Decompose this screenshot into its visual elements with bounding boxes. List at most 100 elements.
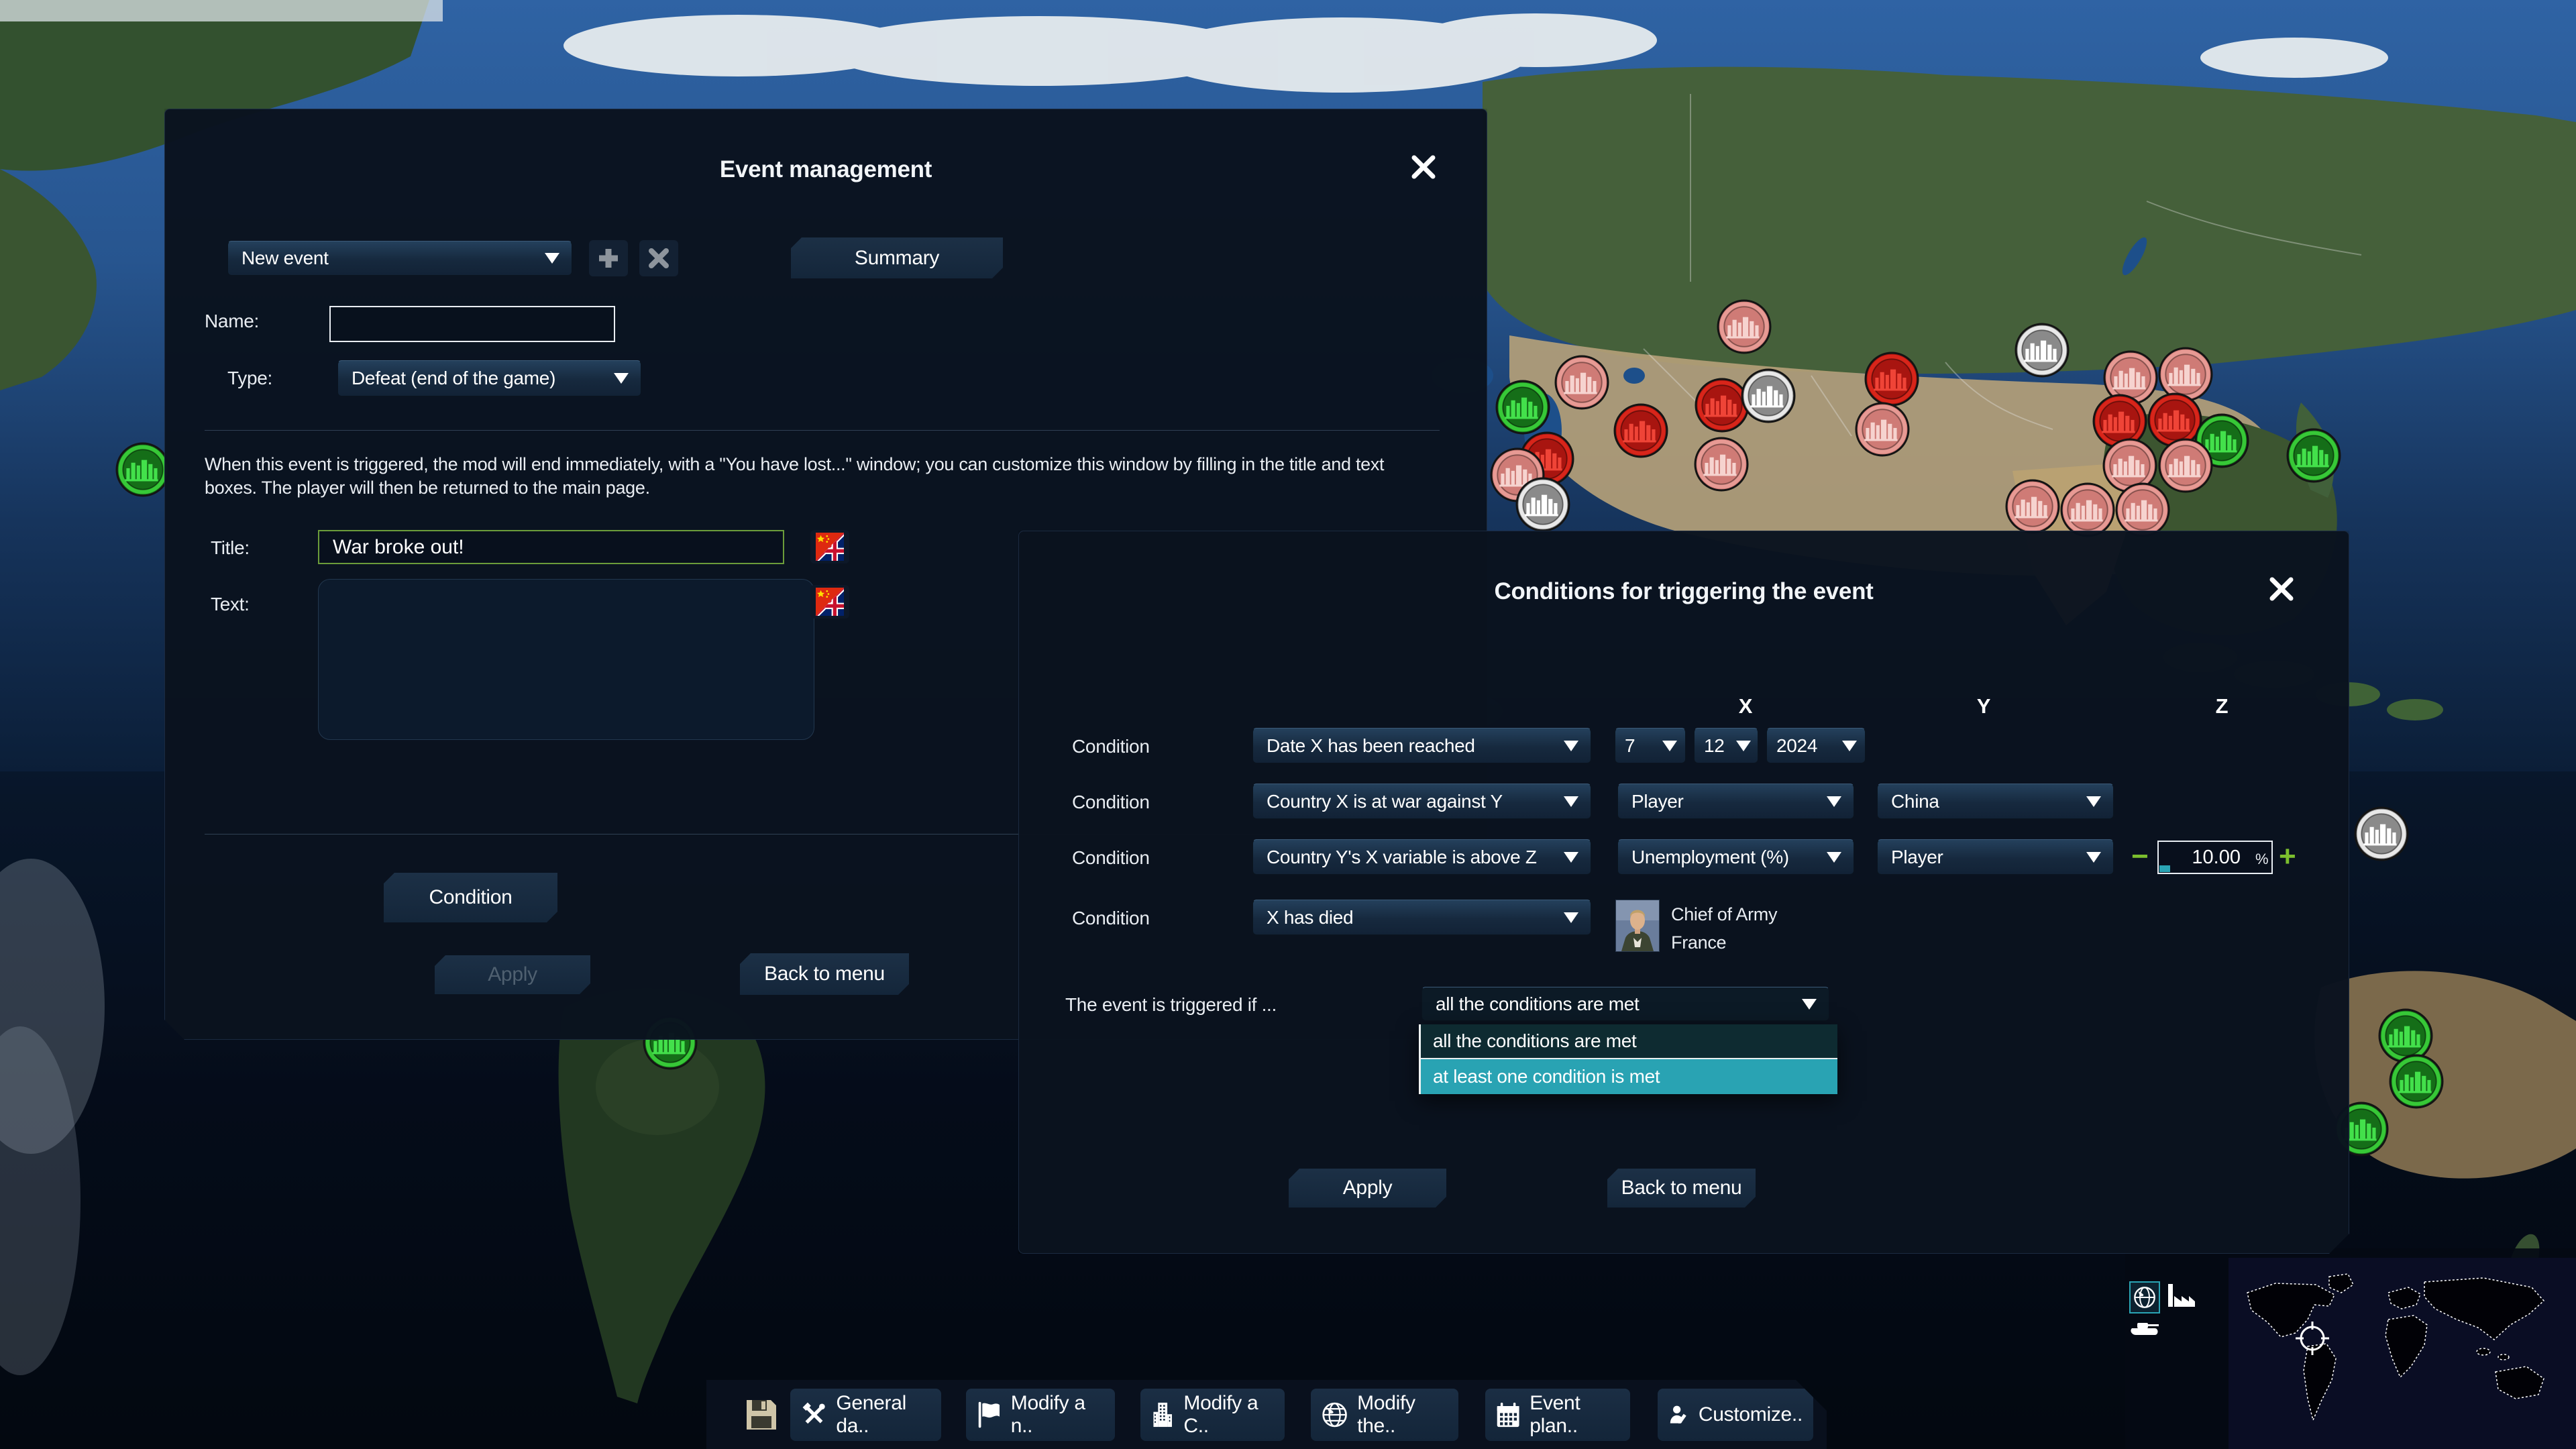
type-select[interactable]: Defeat (end of the game) bbox=[337, 360, 641, 396]
tank-view-icon[interactable] bbox=[2127, 1316, 2164, 1339]
condition-button[interactable]: Condition bbox=[384, 873, 557, 922]
event-select-value: New event bbox=[241, 248, 329, 269]
map-marker-green[interactable] bbox=[115, 442, 170, 497]
customize-icon bbox=[1668, 1400, 1689, 1430]
condition-type-select[interactable]: X has died bbox=[1252, 900, 1591, 935]
globe-view-icon[interactable] bbox=[2129, 1281, 2160, 1313]
chevron-down-icon bbox=[1842, 741, 1857, 751]
variable-value: Unemployment (%) bbox=[1631, 847, 1789, 868]
country-y-select[interactable]: China bbox=[1877, 784, 2114, 819]
chevron-down-icon bbox=[2086, 852, 2101, 863]
map-marker-gray[interactable] bbox=[1515, 477, 1570, 532]
condition-type-select[interactable]: Date X has been reached bbox=[1252, 728, 1591, 763]
minimap-panel bbox=[2125, 1248, 2576, 1449]
input-handle[interactable] bbox=[2159, 865, 2170, 872]
day-value: 7 bbox=[1625, 735, 1635, 757]
plus-icon bbox=[597, 247, 620, 270]
map-marker-pink[interactable] bbox=[2115, 482, 2170, 537]
delete-icon bbox=[649, 248, 669, 268]
taskbar-event-planner-button[interactable]: Event plan.. bbox=[1485, 1389, 1630, 1441]
country-x-select[interactable]: Player bbox=[1617, 784, 1854, 819]
title-label: Title: bbox=[211, 537, 250, 559]
text-input[interactable] bbox=[318, 579, 814, 740]
event-select[interactable]: New event bbox=[227, 241, 572, 276]
delete-event-button[interactable] bbox=[639, 240, 678, 276]
taskbar-button-label: General da.. bbox=[836, 1392, 930, 1438]
chevron-down-icon bbox=[1564, 741, 1578, 751]
add-event-button[interactable] bbox=[589, 240, 628, 276]
map-marker-pink[interactable] bbox=[1554, 355, 1609, 410]
taskbar-button-label: Modify a n.. bbox=[1011, 1392, 1104, 1438]
column-header-y: Y bbox=[1977, 694, 1990, 718]
chevron-down-icon bbox=[545, 253, 559, 264]
percent-unit: % bbox=[2255, 851, 2268, 868]
condition-type-select[interactable]: Country X is at war against Y bbox=[1252, 784, 1591, 819]
title-input[interactable] bbox=[318, 530, 784, 564]
country-value: Player bbox=[1891, 847, 1943, 868]
language-flag-icon[interactable] bbox=[810, 530, 849, 564]
map-marker-green[interactable] bbox=[2389, 1054, 2444, 1109]
map-marker-green[interactable] bbox=[1495, 380, 1550, 435]
language-flag-icon[interactable] bbox=[810, 585, 849, 619]
summary-button[interactable]: Summary bbox=[791, 237, 1003, 278]
map-marker-pink[interactable] bbox=[1694, 437, 1749, 492]
map-marker-green[interactable] bbox=[2286, 428, 2341, 483]
apply-button[interactable]: Apply bbox=[435, 955, 590, 994]
column-header-z: Z bbox=[2216, 694, 2229, 718]
minimap-world[interactable] bbox=[2229, 1258, 2576, 1449]
dialog-title: Conditions for triggering the event bbox=[1019, 578, 2349, 605]
conditions-dialog: Conditions for triggering the event X Y … bbox=[1018, 531, 2349, 1254]
map-marker-red[interactable] bbox=[1864, 352, 1919, 407]
trigger-select[interactable]: all the conditions are met bbox=[1421, 987, 1829, 1021]
year-value: 2024 bbox=[1776, 735, 1817, 757]
save-button[interactable] bbox=[735, 1387, 788, 1443]
factory-view-icon[interactable] bbox=[2164, 1279, 2199, 1313]
trigger-value: all the conditions are met bbox=[1436, 994, 1639, 1015]
condition-type-value: Date X has been reached bbox=[1267, 735, 1475, 757]
game-screen: Event management New event Summary Name:… bbox=[0, 0, 2576, 1449]
chevron-down-icon bbox=[1662, 741, 1677, 751]
map-marker-gray[interactable] bbox=[2015, 323, 2070, 378]
year-select[interactable]: 2024 bbox=[1766, 728, 1866, 763]
map-marker-pink[interactable] bbox=[2060, 482, 2115, 537]
month-select[interactable]: 12 bbox=[1694, 728, 1758, 763]
taskbar-button-label: Event plan.. bbox=[1529, 1392, 1619, 1438]
taskbar-general-data-button[interactable]: General da.. bbox=[790, 1389, 941, 1441]
chevron-down-icon bbox=[1564, 852, 1578, 863]
person-portrait[interactable] bbox=[1615, 900, 1660, 952]
name-input[interactable] bbox=[329, 306, 615, 342]
dialog-title: Event management bbox=[165, 156, 1487, 183]
decrease-icon[interactable]: − bbox=[2131, 842, 2148, 871]
taskbar-modify-nation-button[interactable]: Modify a n.. bbox=[966, 1389, 1115, 1441]
tools-icon bbox=[801, 1400, 826, 1430]
close-icon[interactable] bbox=[1402, 146, 1445, 189]
map-marker-red[interactable] bbox=[1613, 403, 1668, 458]
increase-icon[interactable]: + bbox=[2279, 842, 2296, 871]
map-marker-pink[interactable] bbox=[1855, 402, 1910, 457]
day-select[interactable]: 7 bbox=[1615, 728, 1686, 763]
condition-row-label: Condition bbox=[1072, 847, 1150, 869]
back-to-menu-button[interactable]: Back to menu bbox=[1607, 1169, 1756, 1208]
map-marker-pink[interactable] bbox=[1717, 299, 1772, 354]
taskbar-modify-world-button[interactable]: Modify the.. bbox=[1311, 1389, 1458, 1441]
map-marker-gray[interactable] bbox=[1741, 368, 1796, 423]
chevron-down-icon bbox=[1564, 912, 1578, 923]
close-icon[interactable] bbox=[2260, 568, 2303, 610]
taskbar: General da.. Modify a n.. bbox=[706, 1380, 1827, 1449]
chevron-down-icon bbox=[1827, 796, 1841, 807]
variable-select[interactable]: Unemployment (%) bbox=[1617, 839, 1854, 875]
taskbar-customize-button[interactable]: Customize.. bbox=[1658, 1389, 1813, 1441]
condition-type-select[interactable]: Country Y's X variable is above Z bbox=[1252, 839, 1591, 875]
map-marker-gray[interactable] bbox=[2354, 806, 2409, 861]
taskbar-modify-city-button[interactable]: Modify a C.. bbox=[1140, 1389, 1285, 1441]
country-y-value: China bbox=[1891, 791, 1939, 812]
apply-button[interactable]: Apply bbox=[1289, 1169, 1446, 1208]
divider bbox=[205, 430, 1440, 431]
country-select[interactable]: Player bbox=[1877, 839, 2114, 875]
trigger-option[interactable]: all the conditions are met bbox=[1421, 1024, 1837, 1059]
trigger-option[interactable]: at least one condition is met bbox=[1421, 1059, 1837, 1094]
back-to-menu-button[interactable]: Back to menu bbox=[740, 953, 909, 995]
condition-row-label: Condition bbox=[1072, 908, 1150, 929]
map-marker-pink[interactable] bbox=[2005, 479, 2060, 534]
condition-type-value: Country Y's X variable is above Z bbox=[1267, 847, 1537, 868]
